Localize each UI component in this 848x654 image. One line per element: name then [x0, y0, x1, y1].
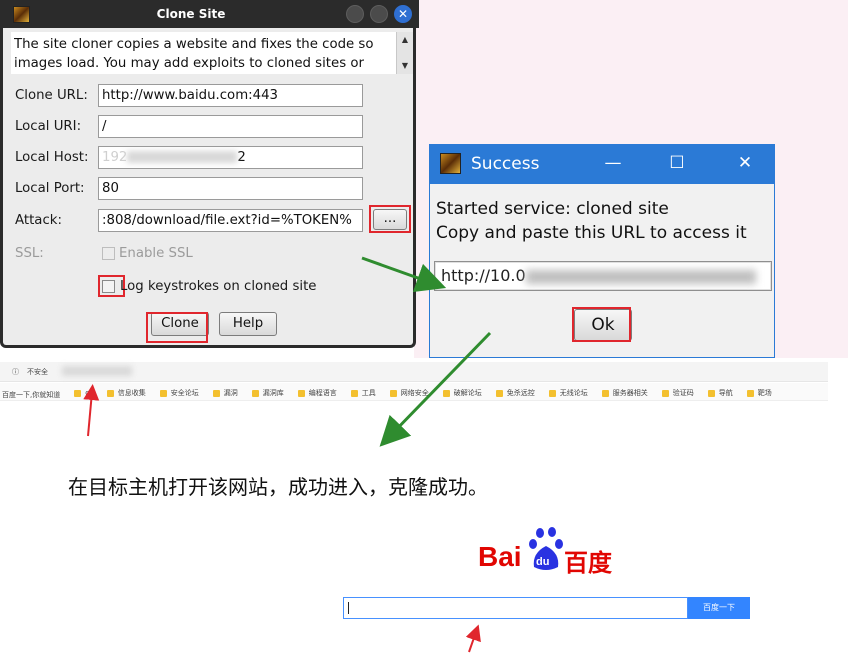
- baidu-logo: Bai du 百度: [478, 527, 618, 577]
- text-caret: [348, 602, 349, 614]
- baidu-search-input[interactable]: [343, 597, 688, 619]
- red-arrow-search-box: [465, 624, 481, 653]
- baidu-search-button[interactable]: 百度一下: [688, 597, 750, 619]
- green-arrow-to-browser: [379, 331, 492, 447]
- caption-text: 在目标主机打开该网站，成功进入，克隆成功。: [68, 475, 488, 499]
- annotation-arrows: [83, 256, 492, 653]
- baidu-logo-bai: Bai: [478, 541, 522, 572]
- baidu-logo-du: du: [536, 556, 550, 568]
- red-arrow-address-bar: [83, 384, 100, 437]
- green-arrow-to-success: [361, 256, 447, 293]
- baidu-logo-chinese: 百度: [564, 549, 612, 577]
